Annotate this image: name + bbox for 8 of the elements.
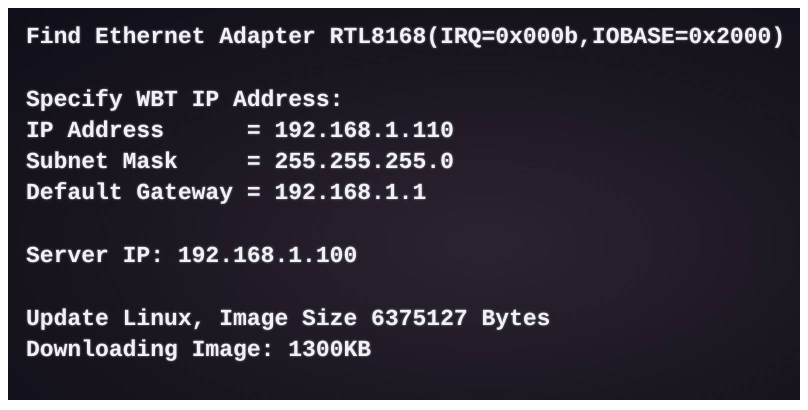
console-line: Default Gateway = 192.168.1.1 <box>26 179 428 208</box>
console-line: Server IP: 192.168.1.100 <box>26 242 358 271</box>
console-line: Downloading Image: 1300KB <box>26 336 372 365</box>
console-line: Update Linux, Image Size 6375127 Bytes <box>26 305 552 334</box>
console-line: Specify WBT IP Address: <box>26 86 344 115</box>
console-line: Subnet Mask = 255.255.255.0 <box>26 148 455 177</box>
console-line: IP Address = 192.168.1.110 <box>26 117 455 146</box>
console-line: Find Ethernet Adapter RTL8168(IRQ=0x000b,IOBASE=0x2000) <box>26 23 786 52</box>
